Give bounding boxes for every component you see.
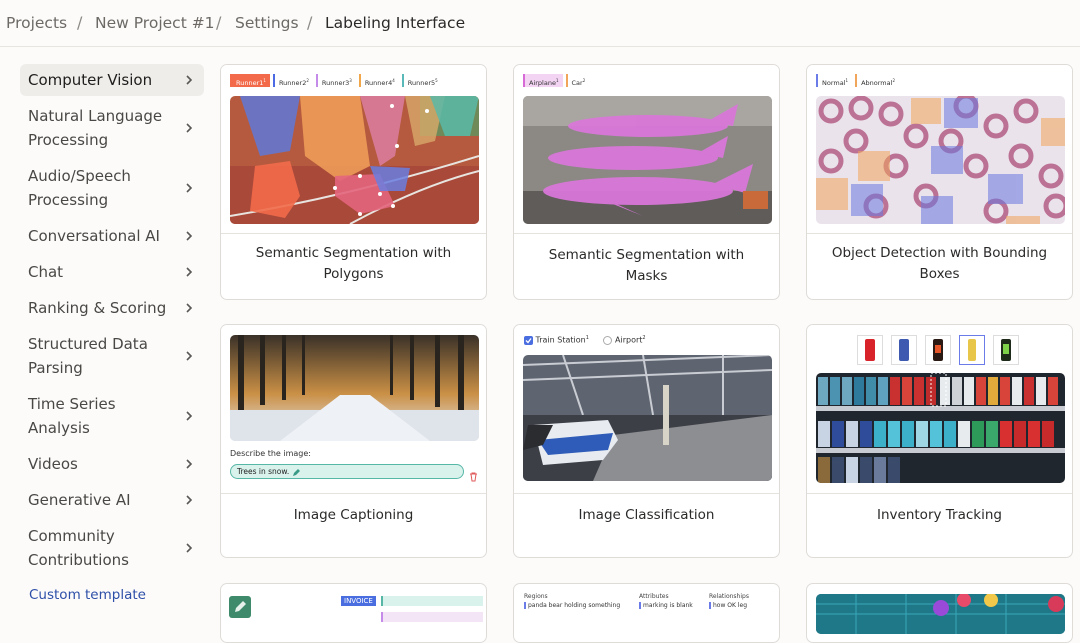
- card-preview: Runner11 Runner22 Runner33 Runner44 Runner55: [221, 65, 486, 234]
- checkbox-checked[interactable]: [524, 335, 533, 345]
- sidebar-item-generative-ai[interactable]: Generative AI: [20, 488, 204, 512]
- region-item: panda bear holding something: [524, 602, 620, 609]
- card-title: Object Detection with Bounding Boxes: [831, 245, 1048, 282]
- cells-image: [816, 96, 1065, 224]
- sidebar-item-computer-vision[interactable]: Computer Vision: [20, 64, 204, 96]
- caption-prompt: Describe the image:: [230, 449, 311, 458]
- card-title: Image Captioning: [293, 507, 414, 523]
- product-thumb-redbull[interactable]: [891, 335, 917, 365]
- label-tag: Runner55: [401, 74, 442, 87]
- product-thumb-bottle[interactable]: [959, 335, 985, 365]
- list-item: [381, 596, 483, 606]
- chevron-right-icon: [182, 493, 196, 507]
- chevron-right-icon: [182, 181, 196, 195]
- label-tags: Airplane1 Car2: [523, 74, 592, 88]
- card-title: Inventory Tracking: [877, 507, 1002, 523]
- label-tag: Runner44: [358, 74, 399, 87]
- regions-header: Regions: [524, 593, 548, 600]
- label-tag: Car2: [565, 74, 590, 87]
- pencil-icon[interactable]: [292, 468, 300, 476]
- template-card-polygons[interactable]: Runner11 Runner22 Runner33 Runner44 Runner55: [220, 64, 487, 300]
- card-preview: Train Station1 Airport2: [514, 325, 779, 494]
- pencil-icon: [229, 596, 251, 618]
- label-tag: Runner22: [272, 74, 313, 87]
- sidebar-item-conversational-ai[interactable]: Conversational AI: [20, 224, 204, 248]
- chevron-right-icon: [182, 541, 196, 555]
- template-card-captioning[interactable]: Describe the image: Trees in snow. Image…: [220, 324, 487, 558]
- label-tags: Runner11 Runner22 Runner33 Runner44 Runner55: [230, 74, 445, 88]
- card-preview: [807, 325, 1072, 494]
- train-station-image: [523, 355, 772, 481]
- card-title: Image Classification: [578, 507, 715, 523]
- relationship-item: how OK leg: [709, 602, 747, 609]
- product-thumb-monster[interactable]: [993, 335, 1019, 365]
- chevron-right-icon: [182, 301, 196, 315]
- product-thumb-cola[interactable]: [857, 335, 883, 365]
- relationships-header: Relationships: [709, 593, 749, 600]
- breadcrumb: Projects / New Project #1 / Settings / L…: [0, 0, 1080, 47]
- card-title: Semantic Segmentation with Polygons: [255, 245, 452, 282]
- card-title: Semantic Segmentation with Masks: [548, 247, 745, 284]
- template-card-partial-3[interactable]: [806, 583, 1073, 643]
- breadcrumb-projects[interactable]: Projects: [6, 14, 67, 32]
- chevron-right-icon: [182, 349, 196, 363]
- chevron-right-icon: [182, 409, 196, 423]
- label-tags: Normal1 Abnormal2: [816, 74, 902, 88]
- sidebar-item-structured-data[interactable]: Structured Data Parsing: [20, 332, 204, 380]
- sidebar-item-ranking[interactable]: Ranking & Scoring: [20, 296, 204, 320]
- runners-image: [230, 96, 479, 224]
- breadcrumb-current: Labeling Interface: [325, 14, 466, 32]
- label-tag: Normal1: [816, 74, 853, 87]
- template-card-partial-2[interactable]: Regions Attributes Relationships panda b…: [513, 583, 780, 643]
- product-thumb-burn[interactable]: [925, 335, 951, 365]
- game-board-image: [816, 594, 1065, 634]
- sidebar-item-nlp[interactable]: Natural Language Processing: [20, 104, 204, 152]
- chevron-right-icon: [182, 121, 196, 135]
- chevron-right-icon: [182, 265, 196, 279]
- invoice-label: INVOICE: [341, 596, 376, 606]
- label-tag: Airplane1: [523, 74, 563, 87]
- template-card-classification[interactable]: Train Station1 Airport2 Image Classifica…: [513, 324, 780, 558]
- list-item: [381, 612, 483, 622]
- template-card-partial-1[interactable]: INVOICE: [220, 583, 487, 643]
- product-thumbnails: [857, 335, 1019, 365]
- choices: Train Station1 Airport2: [524, 335, 646, 345]
- sidebar-item-chat[interactable]: Chat: [20, 260, 204, 284]
- attributes-header: Attributes: [639, 593, 669, 600]
- shelf-image: [816, 373, 1065, 483]
- label-tag: Abnormal2: [855, 74, 899, 87]
- card-preview: Normal1 Abnormal2: [807, 65, 1072, 234]
- snow-forest-image: [230, 335, 479, 441]
- sidebar-item-community[interactable]: Community Contributions: [20, 524, 204, 572]
- attribute-item: marking is blank: [639, 602, 693, 609]
- card-preview: Describe the image: Trees in snow.: [221, 325, 486, 494]
- sidebar-item-audio[interactable]: Audio/Speech Processing: [20, 164, 204, 212]
- delete-icon[interactable]: [469, 467, 478, 482]
- airplanes-image: [523, 96, 772, 224]
- caption-field[interactable]: Trees in snow.: [230, 464, 464, 479]
- sidebar-item-time-series[interactable]: Time Series Analysis: [20, 392, 204, 440]
- chevron-right-icon: [182, 457, 196, 471]
- card-preview: Airplane1 Car2: [514, 65, 779, 234]
- chevron-right-icon: [182, 73, 196, 87]
- template-card-masks[interactable]: Airplane1 Car2 Semantic Segmentation wit…: [513, 64, 780, 300]
- template-card-bounding-boxes[interactable]: Normal1 Abnormal2 Object Detection with …: [806, 64, 1073, 300]
- checkbox-unchecked[interactable]: [603, 335, 613, 345]
- template-card-inventory[interactable]: Inventory Tracking: [806, 324, 1073, 558]
- custom-template-link[interactable]: Custom template: [29, 587, 146, 603]
- chevron-right-icon: [182, 229, 196, 243]
- label-tag: Runner33: [315, 74, 356, 87]
- breadcrumb-project[interactable]: New Project #1: [95, 14, 215, 32]
- sidebar-item-videos[interactable]: Videos: [20, 452, 204, 476]
- label-tag: Runner11: [230, 74, 270, 87]
- breadcrumb-settings[interactable]: Settings: [235, 14, 299, 32]
